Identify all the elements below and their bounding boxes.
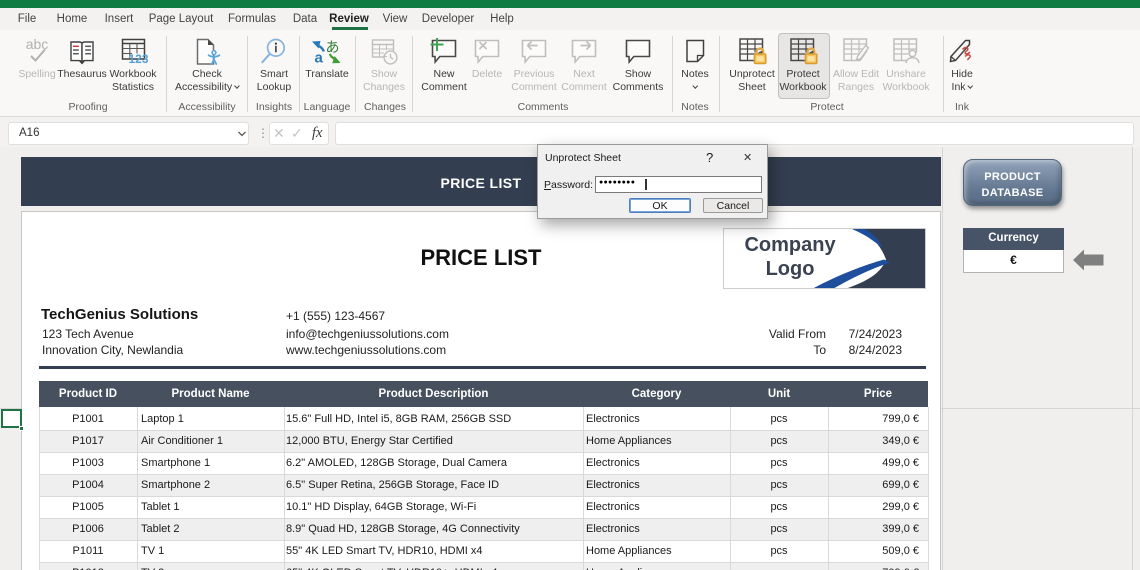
svg-text:a: a xyxy=(315,50,324,67)
svg-text:123: 123 xyxy=(129,52,149,66)
svg-text:あ: あ xyxy=(326,39,340,55)
